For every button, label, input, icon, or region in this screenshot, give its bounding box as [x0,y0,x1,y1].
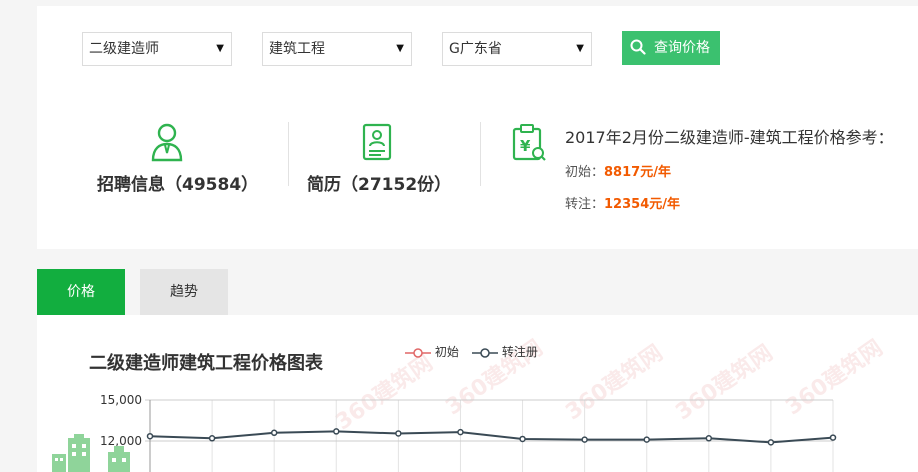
data-point-transfer [208,435,216,442]
data-point-transfer [457,428,464,436]
chevron-down-icon: ▼ [396,43,404,54]
qualification-value: 二级建造师 [89,41,159,57]
major-select[interactable]: 建筑工程 ▼ [262,32,412,66]
data-point-transfer [270,429,278,437]
data-point-transfer [333,428,340,435]
resumes-stat[interactable]: 简历（27152份） [307,122,452,195]
data-point-transfer [705,435,713,442]
divider [480,122,481,186]
chevron-down-icon: ▼ [576,43,584,54]
data-point-transfer [146,432,154,440]
search-button-label: 查询价格 [654,40,710,56]
svg-text:¥: ¥ [520,137,531,155]
jobs-stat[interactable]: 招聘信息（49584） [97,122,259,195]
chevron-down-icon: ▼ [216,43,224,54]
price-line-chart: 15,00012,000 [100,393,837,472]
qualification-select[interactable]: 二级建造师 ▼ [82,32,232,66]
user-icon [151,123,183,162]
search-price-button[interactable]: 查询价格 [622,31,720,65]
data-point-transfer [581,436,588,443]
initial-price-value: 8817元/年 [604,165,671,180]
data-point-transfer [643,436,650,443]
region-value: G广东省 [449,41,502,57]
data-point-transfer [395,430,402,437]
resume-icon [362,123,392,161]
major-value: 建筑工程 [269,41,325,57]
region-select[interactable]: G广东省 ▼ [442,32,592,66]
transfer-price-value: 12354元/年 [604,197,680,212]
buildings-illustration [52,434,130,472]
initial-price: 初始：8817元/年 [565,161,671,180]
price-chart-panel: 360建筑网 360建筑网 360建筑网 360建筑网 360建筑网 二级建造师… [37,315,918,472]
jobs-label: 招聘信息（49584） [97,175,259,195]
tab-trend[interactable]: 趋势 [140,269,228,315]
data-point-transfer [767,439,775,446]
resumes-label: 简历（27152份） [307,175,452,195]
transfer-price: 转注：12354元/年 [565,193,680,212]
data-point-transfer [519,435,526,443]
data-point-transfer [829,434,837,441]
price-clipboard-icon: ¥ [512,124,546,161]
price-reference-title: 2017年2月份二级建造师-建筑工程价格参考： [565,128,894,147]
y-tick-label: 15,000 [100,393,142,407]
transfer-price-label: 转注： [565,197,605,212]
divider [288,122,289,186]
initial-price-label: 初始： [565,165,605,180]
search-icon [630,39,646,55]
summary-panel: 二级建造师 ▼ 建筑工程 ▼ G广东省 ▼ 查询价格 招聘信息（49584） 简… [37,6,918,249]
tab-price[interactable]: 价格 [37,269,125,315]
